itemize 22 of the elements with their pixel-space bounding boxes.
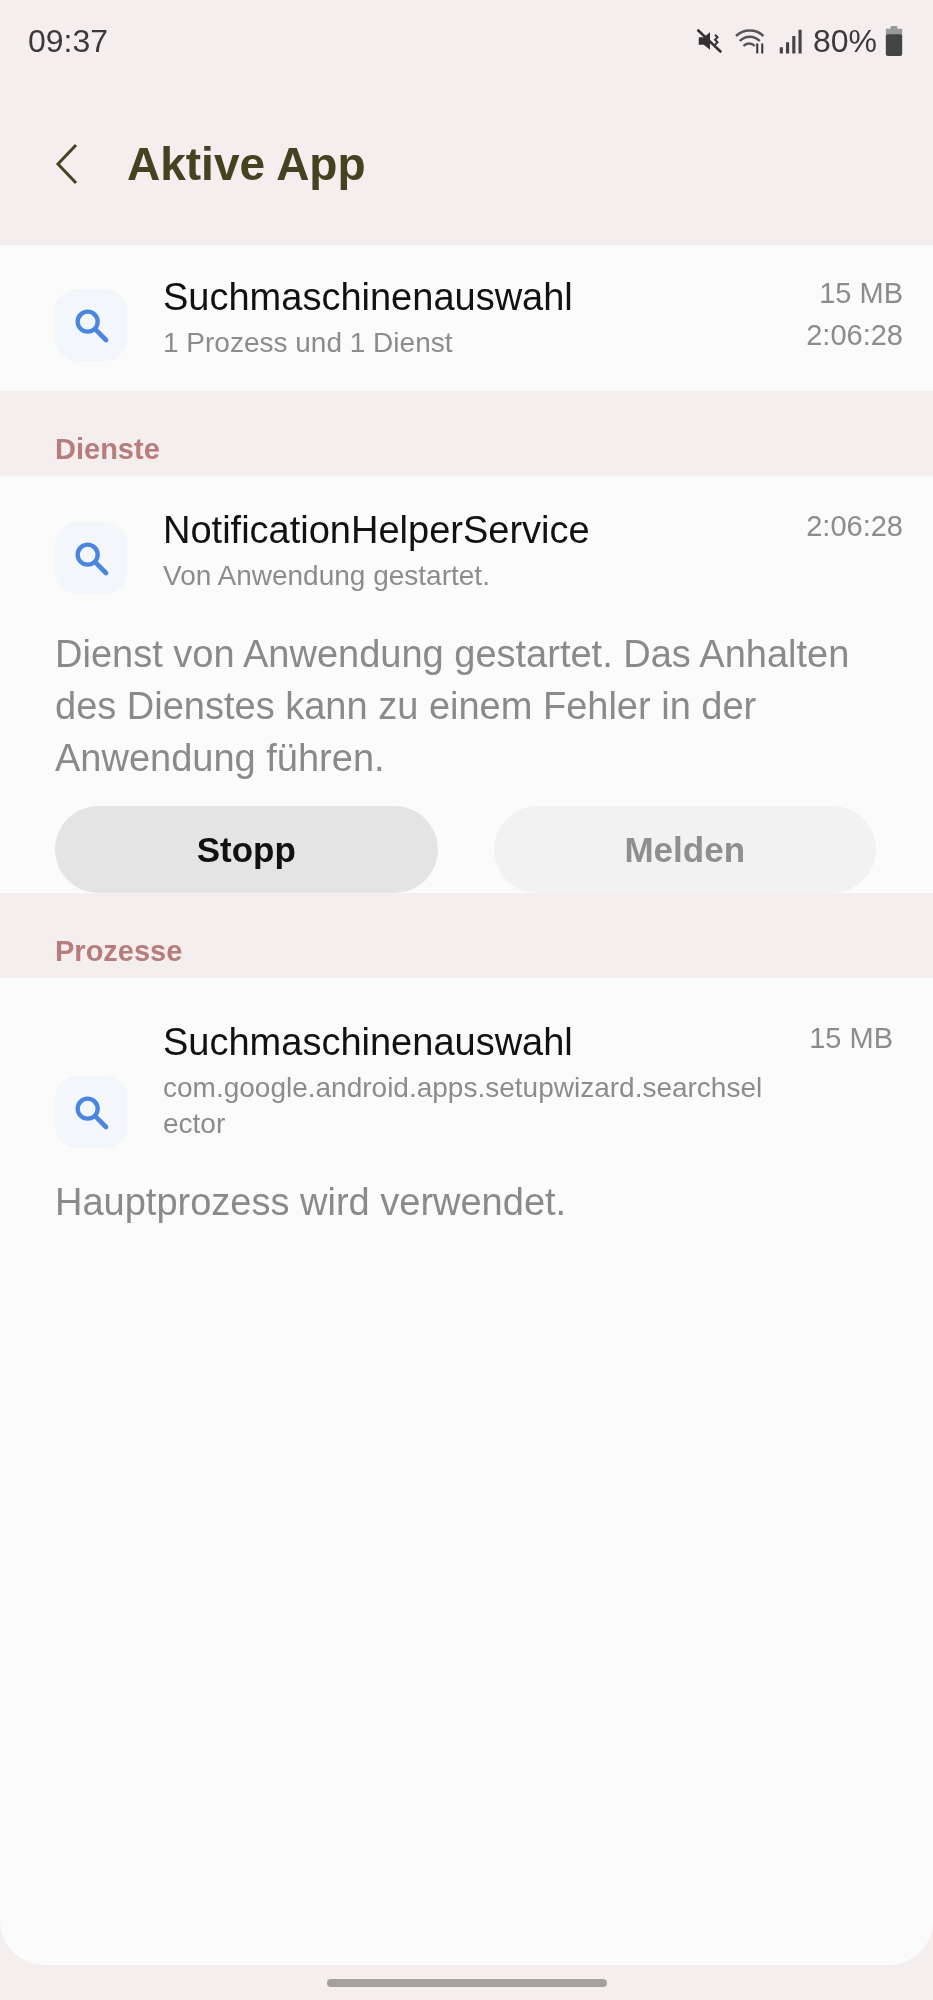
service-status: Von Anwendung gestartet.	[163, 559, 491, 593]
uptime: 2:06:28	[806, 318, 903, 353]
service-description: Dienst von Anwendung gestartet. Das Anhalten des Dienstes kann zu einem Fehler in der Anwendung führen.	[55, 632, 851, 781]
process-description: Hauptprozess wird verwendet.	[55, 1180, 568, 1225]
uptime: 2:06:28	[806, 509, 903, 544]
section-heading: Dienste	[55, 433, 160, 466]
battery-icon	[885, 26, 903, 56]
memory-usage: 15 MB	[809, 1021, 893, 1056]
app-summary: 1 Prozess und 1 Dienst	[163, 326, 454, 360]
battery-percent: 80%	[812, 22, 877, 60]
home-handle[interactable]	[326, 1978, 607, 1987]
app-name: Suchmaschinenauswahl	[163, 275, 574, 320]
page-title: Aktive App	[127, 136, 366, 191]
package-name: com.google.android.apps.setupwizard.searchselector	[163, 1071, 763, 1141]
clock: 09:37	[28, 22, 109, 60]
section-heading: Prozesse	[55, 935, 183, 968]
memory-usage: 15 MB	[819, 276, 903, 311]
process-name: Suchmaschinenauswahl	[163, 1020, 574, 1065]
mute-icon	[694, 26, 725, 56]
action-button[interactable]: Stopp	[55, 806, 438, 893]
back-icon[interactable]	[55, 141, 79, 186]
service-name: NotificationHelperService	[163, 508, 591, 553]
